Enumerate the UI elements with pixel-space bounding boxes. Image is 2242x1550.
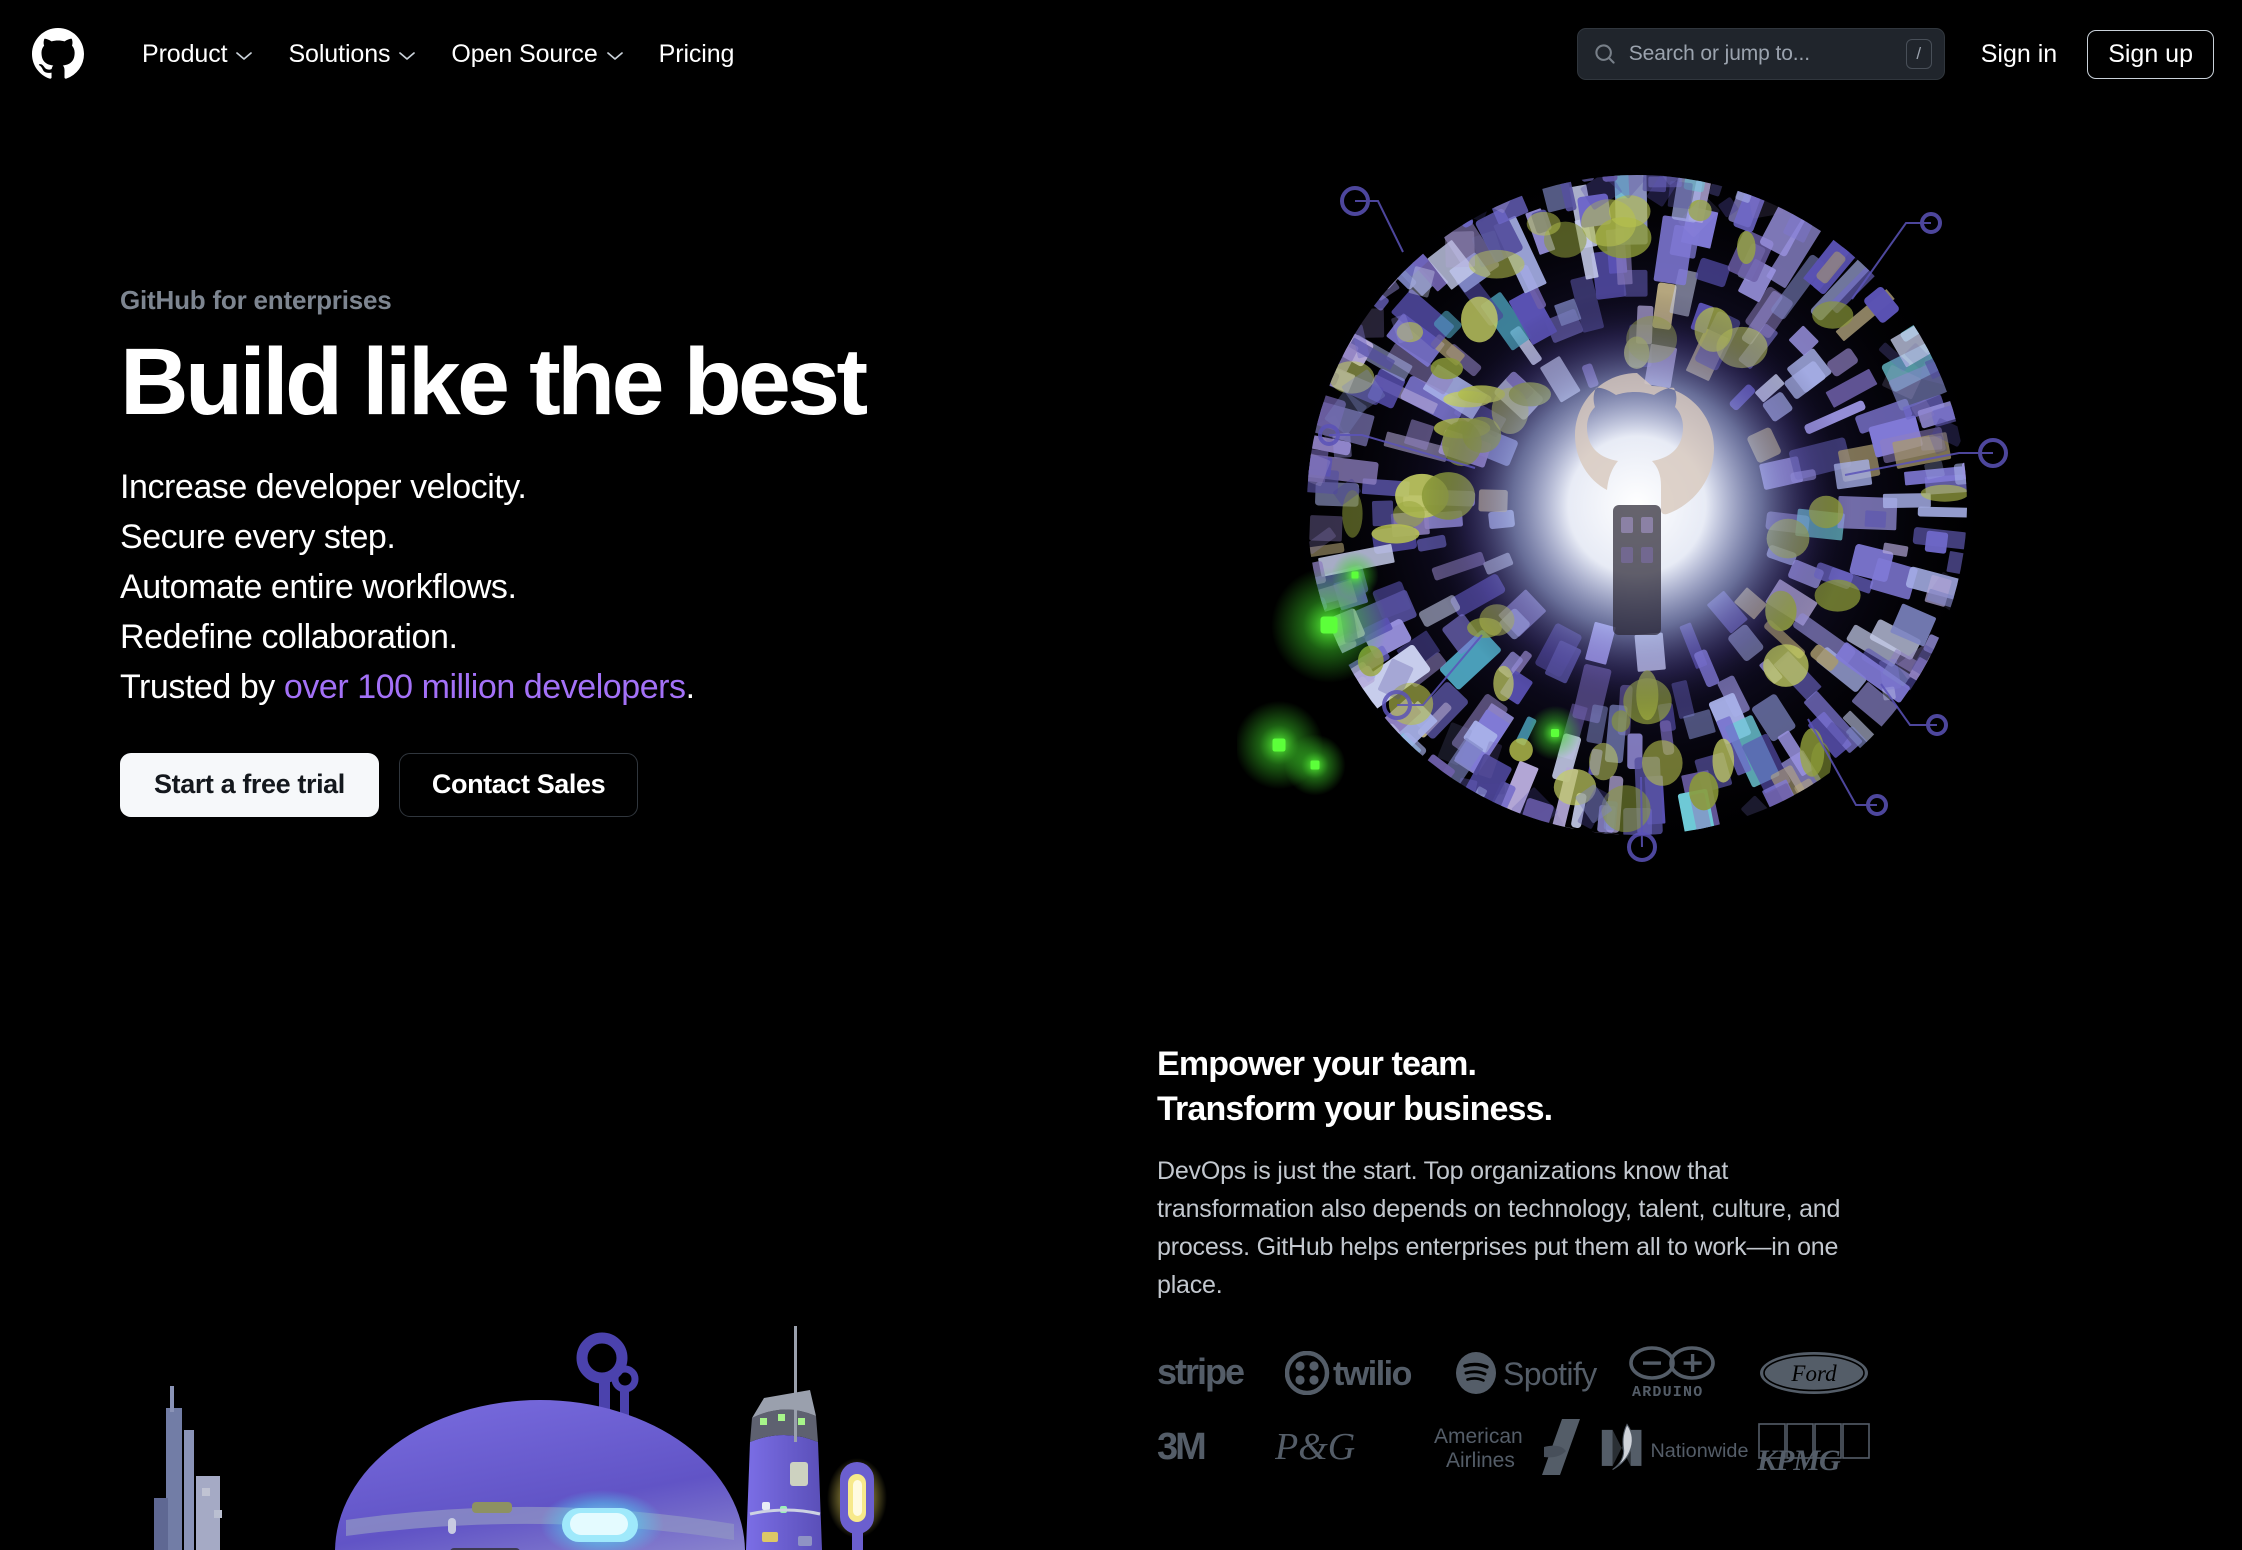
search-icon: [1594, 43, 1616, 65]
empower-team-section: Empower your team. Transform your busine…: [1157, 1042, 1877, 1476]
sign-in-button[interactable]: Sign in: [1975, 32, 2063, 77]
logo-kpmg: KPMG: [1755, 1418, 1877, 1476]
customer-logo-row: 3M P&G American Airlines Nationwide KPMG: [1157, 1418, 1877, 1476]
logo-ford: Ford: [1758, 1344, 1877, 1402]
nav-item-product[interactable]: Product: [124, 30, 270, 79]
search-shortcut-badge: /: [1905, 39, 1932, 69]
section-title-line2: Transform your business.: [1157, 1090, 1553, 1129]
logo-pg: P&G: [1275, 1418, 1432, 1476]
svg-text:Nationwide: Nationwide: [1650, 1440, 1748, 1462]
logo-stripe: stripe: [1157, 1344, 1285, 1402]
hero-subline: Automate entire workflows.: [120, 567, 517, 606]
hero-eyebrow: GitHub for enterprises: [120, 285, 392, 315]
nav-item-label: Product: [142, 39, 228, 68]
hero-subtext: Increase developer velocity. Secure ever…: [120, 463, 1120, 713]
nav-item-open-source[interactable]: Open Source: [433, 30, 640, 79]
svg-text:P&G: P&G: [1275, 1426, 1355, 1468]
start-free-trial-button[interactable]: Start a free trial: [120, 752, 379, 817]
github-octocat-icon[interactable]: [32, 28, 84, 80]
chevron-down-icon: [399, 51, 416, 61]
hero-cta-group: Start a free trial Contact Sales: [120, 752, 1120, 817]
svg-text:Spotify: Spotify: [1503, 1356, 1597, 1392]
logo-american-airlines: American Airlines: [1432, 1418, 1600, 1476]
svg-text:ARDUINO: ARDUINO: [1632, 1384, 1703, 1400]
page-title: Build like the best: [120, 329, 868, 435]
svg-text:KPMG: KPMG: [1756, 1444, 1841, 1474]
hero-trusted-line: Trusted by over 100 million developers.: [120, 663, 1120, 713]
header-actions: Search or jump to... / Sign in Sign up: [1576, 28, 2224, 80]
logo-spotify: Spotify: [1455, 1344, 1625, 1402]
radial-city-planet-illustration: [1237, 105, 2037, 905]
logo-nationwide: Nationwide: [1600, 1418, 1755, 1476]
svg-text:Ford: Ford: [1790, 1361, 1837, 1386]
svg-text:3M: 3M: [1157, 1426, 1205, 1468]
search-placeholder: Search or jump to...: [1628, 42, 1810, 65]
hero-subline: Secure every step.: [120, 517, 396, 556]
logo-twilio: twilio: [1284, 1344, 1455, 1402]
chevron-down-icon: [236, 51, 253, 61]
logo-arduino: ARDUINO: [1626, 1344, 1758, 1402]
nav-item-solutions[interactable]: Solutions: [270, 30, 433, 79]
hero-section: GitHub for enterprises Build like the be…: [120, 285, 1120, 817]
hero-subline: Increase developer velocity.: [120, 467, 527, 506]
search-input[interactable]: Search or jump to... /: [1576, 28, 1945, 80]
customer-logo-grid: stripe twilio Spotify ARDUINO Ford 3M P&…: [1157, 1344, 1877, 1476]
svg-text:American: American: [1434, 1425, 1523, 1448]
sign-up-button[interactable]: Sign up: [2087, 29, 2214, 79]
section-title: Empower your team. Transform your busine…: [1157, 1042, 1877, 1132]
site-header: Product Solutions Open Source Pricing Se…: [0, 0, 2242, 108]
section-body-text: DevOps is just the start. Top organizati…: [1157, 1157, 1841, 1300]
trusted-suffix: .: [685, 667, 695, 706]
section-title-line1: Empower your team.: [1157, 1045, 1477, 1083]
svg-text:Airlines: Airlines: [1446, 1449, 1515, 1472]
svg-text:stripe: stripe: [1157, 1353, 1244, 1392]
nav-item-label: Solutions: [288, 39, 391, 68]
logo-3m: 3M: [1157, 1418, 1275, 1476]
hero-subline: Redefine collaboration.: [120, 617, 458, 656]
trusted-prefix: Trusted by: [120, 667, 284, 706]
purple-dome-city-illustration: [150, 1180, 910, 1550]
developers-count-link[interactable]: over 100 million developers: [284, 668, 686, 706]
main-navigation: Product Solutions Open Source Pricing: [124, 30, 752, 79]
nav-item-label: Pricing: [658, 39, 735, 68]
svg-text:twilio: twilio: [1333, 1355, 1412, 1393]
contact-sales-button[interactable]: Contact Sales: [398, 752, 639, 817]
customer-logo-row: stripe twilio Spotify ARDUINO Ford: [1157, 1344, 1877, 1402]
nav-item-pricing[interactable]: Pricing: [641, 30, 753, 79]
nav-item-label: Open Source: [451, 39, 598, 68]
chevron-down-icon: [606, 51, 623, 61]
